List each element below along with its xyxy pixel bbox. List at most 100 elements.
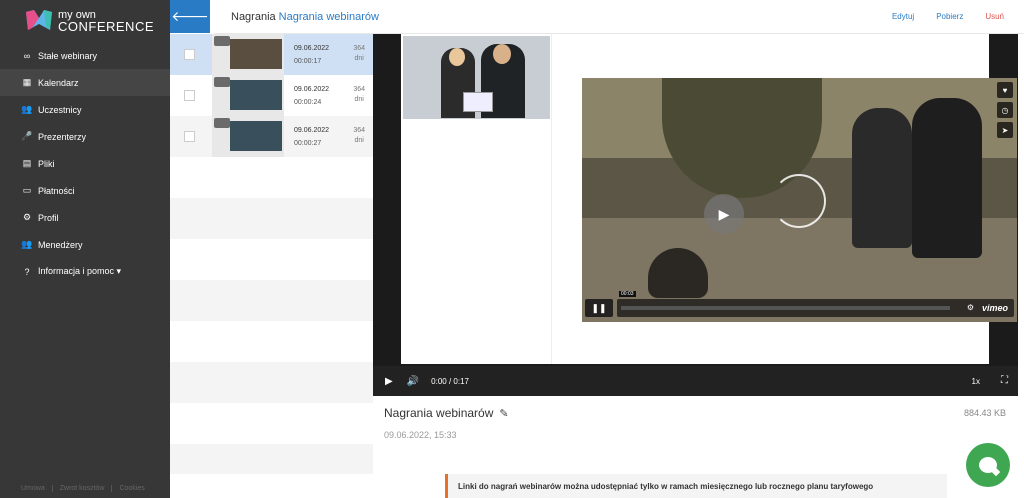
list-item[interactable]: 09.06.2022 00:00:27 364 dni <box>170 116 373 157</box>
thumb-camera <box>214 36 230 46</box>
recording-meta: 09.06.2022 00:00:24 <box>294 83 329 109</box>
logo-line2: CONFERENCE <box>58 19 155 34</box>
vimeo-side-actions: ♥ ◷ ➤ <box>997 82 1013 138</box>
recording-title: Nagrania webinarów ✎ <box>384 406 509 420</box>
clock-icon[interactable]: ◷ <box>997 102 1013 118</box>
recording-thumbnail <box>212 75 284 116</box>
presenter-icon: 🎤 <box>21 131 33 141</box>
settings-icon[interactable]: ⚙ <box>967 303 974 312</box>
recording-thumbnail <box>212 116 284 157</box>
sidebar-item-stale-webinary[interactable]: ∞ Stałe webinary <box>0 42 170 69</box>
users-icon: 👥 <box>21 104 33 114</box>
embedded-vimeo-video[interactable]: ▶ ♥ ◷ ➤ ❚❚ 00:03 ⚙ vimeo <box>582 78 1017 322</box>
sidebar-nav: ∞ Stałe webinary ▦ Kalendarz 👥 Uczestnicy 🎤… <box>0 42 170 285</box>
thumb-screen <box>230 80 282 110</box>
download-button[interactable]: Pobierz <box>936 12 963 21</box>
recording-frame: ▶ ♥ ◷ ➤ ❚❚ 00:03 ⚙ vimeo <box>401 34 1017 364</box>
vimeo-controls: ❚❚ 00:03 ⚙ vimeo <box>585 291 1014 319</box>
sidebar-item-uczestnicy[interactable]: 👥 Uczestnicy <box>0 96 170 123</box>
list-item[interactable]: 09.06.2022 00:00:17 364 dni <box>170 34 373 75</box>
sidebar-item-menedzery[interactable]: 👥 Menedżery <box>0 231 170 258</box>
thumb-screen <box>230 121 282 151</box>
footer-link-cookies[interactable]: Cookies <box>112 485 151 492</box>
sidebar-item-label: Menedżery <box>38 239 83 250</box>
vimeo-progress-bar[interactable]: 00:03 ⚙ vimeo <box>617 291 1014 317</box>
sidebar-item-profil[interactable]: ⚙ Profil <box>0 204 170 231</box>
empty-row <box>170 444 373 474</box>
footer-link-umowa[interactable]: Umowa <box>14 485 53 492</box>
row-checkbox[interactable] <box>184 90 195 101</box>
thumb-camera <box>214 118 230 128</box>
sidebar-item-label: Profil <box>38 212 59 223</box>
list-item[interactable]: 09.06.2022 00:00:24 364 dni <box>170 75 373 116</box>
files-icon: ▤ <box>22 158 32 168</box>
sidebar-item-label: Informacja i pomoc ▾ <box>38 266 122 276</box>
sidebar-item-informacja[interactable]: ? Informacja i pomoc ▾ <box>0 258 170 285</box>
sidebar-item-kalendarz[interactable]: ▦ Kalendarz <box>0 69 170 96</box>
recording-meta: 09.06.2022 00:00:17 <box>294 42 329 68</box>
infinity-icon: ∞ <box>23 50 31 61</box>
empty-row <box>170 239 373 280</box>
empty-row <box>170 321 373 362</box>
video-player[interactable]: ▶ ♥ ◷ ➤ ❚❚ 00:03 ⚙ vimeo <box>373 34 1018 396</box>
header-actions: Edytuj Pobierz Usuń <box>892 12 1004 21</box>
play-icon[interactable]: ▶ <box>704 194 744 234</box>
days-value: 364 <box>353 127 365 134</box>
pause-button[interactable]: ❚❚ <box>585 299 613 317</box>
fullscreen-icon[interactable]: ⛶ <box>1001 375 1008 386</box>
vimeo-logo[interactable]: vimeo <box>982 303 1008 313</box>
sidebar-item-label: Pliki <box>38 158 55 169</box>
person-1-head <box>449 48 465 66</box>
play-button[interactable]: ▶ <box>385 376 393 387</box>
days-unit: dni <box>354 55 364 62</box>
sidebar-item-label: Kalendarz <box>38 77 79 88</box>
sidebar-item-label: Stałe webinary <box>38 50 98 61</box>
logo-text: my own CONFERENCE <box>58 10 155 34</box>
retention-days: 364 dni <box>353 44 365 64</box>
recording-date: 09.06.2022 <box>294 126 330 134</box>
empty-row <box>170 280 373 321</box>
help-icon: ? <box>24 266 30 277</box>
days-unit: dni <box>354 96 364 103</box>
row-checkbox[interactable] <box>184 131 195 142</box>
pause-icon: ❚❚ <box>591 302 607 313</box>
progress-track[interactable] <box>621 306 950 310</box>
sidebar-item-label: Prezenterzy <box>38 131 87 142</box>
empty-row <box>170 362 373 403</box>
speed-button[interactable]: 1x <box>972 377 980 386</box>
player-time: 0:00 / 0:17 <box>431 376 469 386</box>
pencil-icon[interactable]: ✎ <box>499 407 508 420</box>
thumb-screen <box>230 39 282 69</box>
recording-date: 09.06.2022 <box>294 85 330 93</box>
heart-icon[interactable]: ♥ <box>997 82 1013 98</box>
back-button[interactable]: 🡐 <box>170 0 210 33</box>
volume-icon[interactable]: 🔊 <box>407 376 419 387</box>
edit-button[interactable]: Edytuj <box>892 12 914 21</box>
days-value: 364 <box>353 86 365 93</box>
chat-button[interactable] <box>966 443 1010 487</box>
delete-button[interactable]: Usuń <box>985 12 1004 21</box>
recording-thumbnail <box>212 34 284 75</box>
recording-duration: 00:00:27 <box>294 139 322 147</box>
payment-icon: ▭ <box>22 185 32 195</box>
row-checkbox[interactable] <box>184 49 195 60</box>
logo-icon <box>26 10 52 30</box>
frame-divider <box>551 34 552 364</box>
send-icon[interactable]: ➤ <box>997 122 1013 138</box>
footer-link-zwrot[interactable]: Zwrot kosztów <box>53 485 113 492</box>
vimeo-time: 00:03 <box>619 291 636 297</box>
sidebar-item-platnosci[interactable]: ▭ Płatności <box>0 177 170 204</box>
logo[interactable]: my own CONFERENCE <box>0 0 170 42</box>
chat-bubble-icon <box>979 457 997 473</box>
webcam-feed <box>403 36 550 119</box>
file-size: 884.43 KB <box>963 408 1006 418</box>
info-toast: Linki do nagrań webinarów można udostępn… <box>445 474 947 498</box>
sidebar-item-prezenterzy[interactable]: 🎤 Prezenterzy <box>0 123 170 150</box>
breadcrumb-current[interactable]: Nagrania webinarów <box>279 11 379 23</box>
sidebar-item-pliki[interactable]: ▤ Pliki <box>0 150 170 177</box>
empty-row <box>170 157 373 198</box>
recording-date: 09.06.2022 <box>294 44 330 52</box>
video-person-1 <box>852 108 912 248</box>
breadcrumb: Nagrania Nagrania webinarów <box>231 11 379 23</box>
breadcrumb-root[interactable]: Nagrania <box>231 11 276 23</box>
